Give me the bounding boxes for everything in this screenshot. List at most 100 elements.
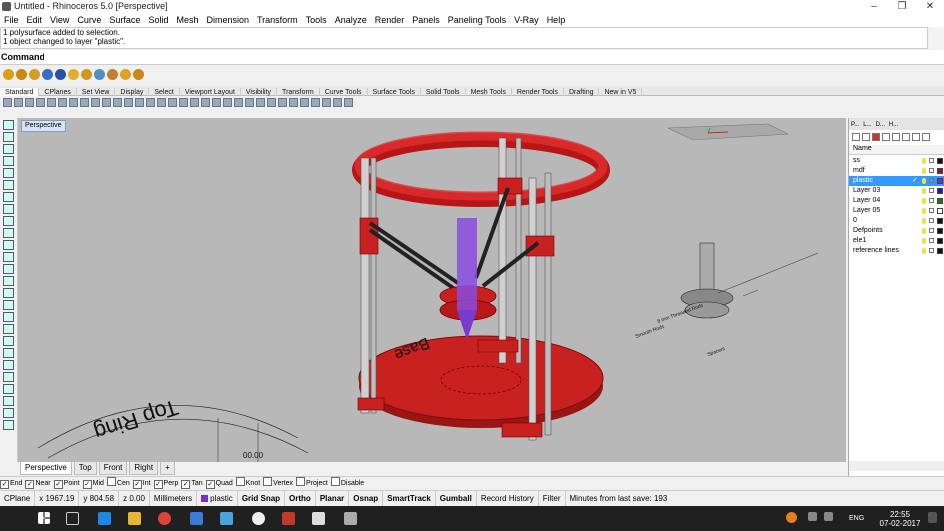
menu-mesh[interactable]: Mesh [172, 14, 202, 27]
circle-icon[interactable] [3, 180, 14, 190]
tool-icon[interactable] [68, 69, 79, 80]
osnap-knot[interactable]: Knot [235, 477, 260, 490]
layer-color-swatch[interactable] [937, 158, 943, 164]
osnap-int[interactable]: ✓ Int [132, 478, 151, 490]
print-icon[interactable] [36, 98, 45, 107]
array-icon[interactable] [3, 420, 14, 430]
lock-icon[interactable] [929, 238, 934, 243]
gear-icon[interactable] [133, 69, 144, 80]
menu-solid[interactable]: Solid [144, 14, 172, 27]
free-form-icon[interactable] [3, 240, 14, 250]
paste-icon[interactable] [80, 98, 89, 107]
light-icon[interactable] [234, 98, 243, 107]
viewport-title[interactable]: Perspective [21, 120, 66, 132]
tab-help[interactable]: H... [887, 119, 900, 131]
zoom-icon[interactable] [124, 98, 133, 107]
lock-icon[interactable] [929, 248, 934, 253]
fillet-icon[interactable] [3, 252, 14, 262]
scale-icon[interactable] [3, 396, 14, 406]
units-label[interactable]: Millimeters [150, 491, 198, 507]
move-up-icon[interactable] [882, 133, 890, 141]
grid-icon[interactable] [16, 69, 27, 80]
cut-icon[interactable] [58, 98, 67, 107]
lock-icon[interactable] [929, 218, 934, 223]
visibility-bulb-icon[interactable] [922, 228, 926, 234]
ellipse-icon[interactable] [3, 204, 14, 214]
visibility-bulb-icon[interactable] [922, 218, 926, 224]
osnap-checkbox[interactable] [235, 477, 245, 486]
visibility-bulb-icon[interactable] [922, 178, 926, 184]
tab-top[interactable]: Top [73, 462, 97, 475]
toggle-osnap[interactable]: Osnap [349, 491, 384, 507]
layout-icon[interactable] [179, 98, 188, 107]
rt-icon[interactable] [55, 69, 66, 80]
menu-render[interactable]: Render [371, 14, 409, 27]
box-icon[interactable] [3, 300, 14, 310]
extrude-icon[interactable] [3, 288, 14, 298]
xray-icon[interactable] [300, 98, 309, 107]
rotate-icon[interactable] [113, 98, 122, 107]
polyline-icon[interactable] [3, 156, 14, 166]
toggle-record-history[interactable]: Record History [477, 491, 539, 507]
lock-icon[interactable] [223, 98, 232, 107]
menu-curve[interactable]: Curve [73, 14, 105, 27]
osnap-checkbox[interactable]: ✓ [53, 480, 63, 489]
tab-front[interactable]: Front [98, 462, 128, 475]
osnap-checkbox[interactable]: ✓ [181, 480, 191, 489]
photos-icon[interactable] [220, 512, 233, 525]
maximize-button[interactable]: ❐ [888, 0, 916, 14]
osnap-checkbox[interactable] [296, 477, 306, 486]
delete-layer-icon[interactable] [872, 133, 880, 141]
shade-icon[interactable] [267, 98, 276, 107]
image-viewer-icon[interactable] [312, 512, 325, 525]
layer-row[interactable]: Defpoints [849, 226, 944, 236]
lock-icon[interactable] [929, 168, 934, 173]
mirror-icon[interactable] [3, 408, 14, 418]
tool-icon[interactable] [107, 69, 118, 80]
osnap-checkbox[interactable] [330, 477, 340, 486]
toggle-smarttrack[interactable]: SmartTrack [383, 491, 436, 507]
lock-icon[interactable] [929, 198, 934, 203]
polygon-icon[interactable] [3, 216, 14, 226]
osnap-checkbox[interactable] [263, 477, 273, 486]
app-icon[interactable] [282, 512, 295, 525]
new-layer-icon[interactable] [852, 133, 860, 141]
toggle-filter[interactable]: Filter [539, 491, 566, 507]
boolean-icon[interactable] [3, 336, 14, 346]
layer-color-swatch[interactable] [937, 198, 943, 204]
osnap-checkbox[interactable]: ✓ [0, 480, 9, 489]
tab-layers[interactable]: L... [861, 119, 873, 131]
lock-icon[interactable] [929, 208, 934, 213]
visibility-bulb-icon[interactable] [922, 158, 926, 164]
app-icon[interactable] [190, 512, 203, 525]
history-scrollbar[interactable] [929, 27, 944, 49]
layer-color-swatch[interactable] [937, 208, 943, 214]
new-sublayer-icon[interactable] [862, 133, 870, 141]
notification-tray-icon[interactable] [786, 512, 797, 523]
line-icon[interactable] [3, 144, 14, 154]
current-layer[interactable]: plastic [197, 491, 238, 507]
layer-color-swatch[interactable] [937, 238, 943, 244]
move-down-icon[interactable] [892, 133, 900, 141]
toggle-planar[interactable]: Planar [316, 491, 350, 507]
lock-icon[interactable] [929, 158, 934, 163]
select-arrow-icon[interactable] [3, 120, 14, 130]
visibility-bulb-icon[interactable] [922, 198, 926, 204]
visibility-bulb-icon[interactable] [922, 208, 926, 214]
tool-icon[interactable] [94, 69, 105, 80]
panel-scrollbar[interactable] [849, 461, 944, 471]
minimize-button[interactable]: – [860, 0, 888, 14]
menu-paneling-tools[interactable]: Paneling Tools [444, 14, 510, 27]
layer-color-swatch[interactable] [937, 248, 943, 254]
layer-row[interactable]: Layer 03 [849, 186, 944, 196]
layer-color-swatch[interactable] [937, 228, 943, 234]
render-icon[interactable] [42, 69, 53, 80]
lock-icon[interactable] [929, 228, 934, 233]
help-icon[interactable] [922, 133, 930, 141]
close-button[interactable]: ✕ [916, 0, 944, 14]
layer-row[interactable]: Layer 04 [849, 196, 944, 206]
menu-surface[interactable]: Surface [105, 14, 144, 27]
clock[interactable]: 22:55 07-02-2017 [878, 510, 922, 528]
zoom-extents-icon[interactable] [146, 98, 155, 107]
filter-icon[interactable] [902, 133, 910, 141]
